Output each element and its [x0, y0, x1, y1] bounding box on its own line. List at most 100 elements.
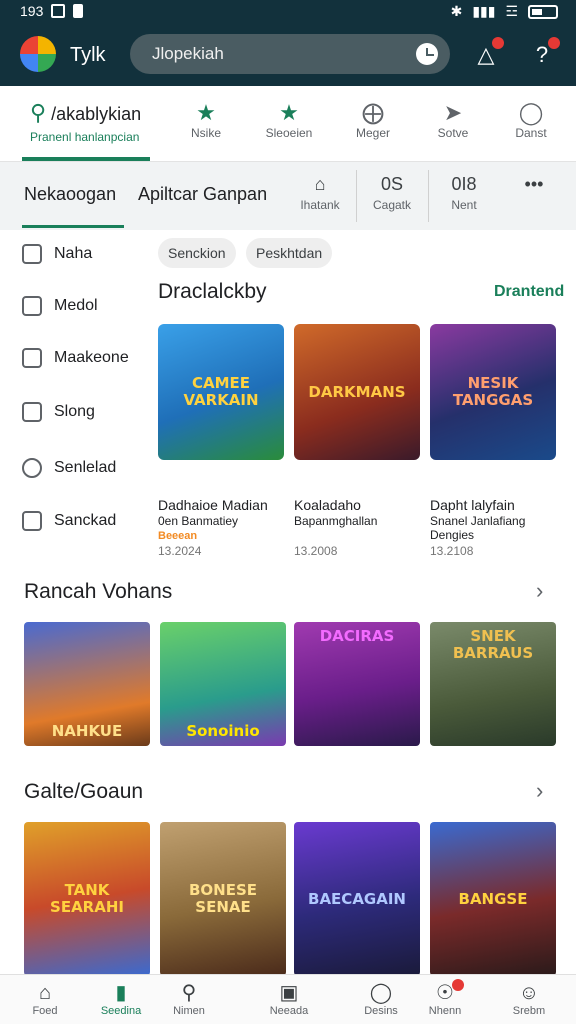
game-name: Dapht lalyfain: [430, 497, 515, 513]
sidebar-item-medol[interactable]: Medol: [22, 296, 98, 316]
sidebar-item-naha[interactable]: Naha: [22, 244, 92, 264]
filter-cagatk[interactable]: 0S Cagatk: [362, 174, 422, 212]
sidebar-item-label: Maakeone: [54, 349, 129, 366]
bluetooth-icon: ✱: [450, 3, 463, 19]
nav-neeada[interactable]: ▣ Neeada: [254, 981, 324, 1017]
filter-ihatank[interactable]: ⌂ Ihatank: [290, 174, 350, 212]
game-tile[interactable]: SNEK BARRAUS: [430, 622, 556, 746]
game-card[interactable]: CAMEE VARKAIN: [158, 324, 284, 460]
search-bar[interactable]: Jlopekiah: [130, 34, 450, 74]
battery-icon: [528, 4, 558, 19]
sidebar-item-label: Sanckad: [54, 512, 117, 529]
game-subtitle: Bapanmghallan: [294, 514, 378, 528]
game-tile[interactable]: BANGSE: [430, 822, 556, 976]
help-icon[interactable]: ?: [528, 37, 560, 69]
game-artwork: BANGSE: [430, 822, 556, 976]
game-badge: Beeean: [158, 530, 198, 542]
nav-label: Foed: [32, 1005, 58, 1017]
filter-nent[interactable]: 0I8 Nent: [434, 174, 494, 212]
game-tile[interactable]: NAHKUE: [24, 622, 150, 746]
app-bar: Tylk Jlopekiah △ ?: [0, 24, 576, 86]
category-sotve[interactable]: ➤ Sotve: [424, 100, 482, 140]
sidebar-item-label: Naha: [54, 245, 93, 262]
game-tile[interactable]: DACIRAS: [294, 622, 420, 746]
sidebar-item-sanckad[interactable]: Sanckad: [22, 511, 116, 531]
category-sleoeien[interactable]: ★ Sleoeien: [256, 100, 322, 140]
see-all-link[interactable]: Drantend: [494, 283, 564, 301]
filter-label: Ihatank: [300, 198, 340, 212]
nav-foed[interactable]: ⌂ Foed: [10, 981, 80, 1017]
nav-nimen[interactable]: ⚲ Nimen: [154, 981, 224, 1017]
game-artwork: SNEK BARRAUS: [430, 622, 556, 746]
search-icon: [22, 458, 42, 478]
category-label: Sotve: [437, 126, 469, 140]
tab-nekaoogan[interactable]: Nekaoogan: [24, 184, 116, 205]
calendar-icon: ▣: [279, 982, 299, 1004]
game-tile[interactable]: BAECAGAIN: [294, 822, 420, 976]
sidebar-item-slong[interactable]: Slong: [22, 402, 95, 422]
notification-badge: [492, 37, 504, 49]
sidebar-item-senlelad[interactable]: Senlelad: [22, 458, 116, 478]
calendar-icon: [22, 296, 42, 316]
search-input[interactable]: Jlopekiah: [152, 44, 224, 64]
puzzle-icon: ⨁: [362, 100, 384, 125]
nav-desins[interactable]: ◯ Desins: [346, 981, 416, 1017]
nav-seedina[interactable]: ▮ Seedina: [86, 981, 156, 1017]
game-date: 13.2008: [294, 544, 338, 558]
game-date: 13.2108: [430, 544, 474, 558]
tab-active-indicator: [22, 225, 124, 228]
search-icon: ⚲: [181, 982, 197, 1004]
tab-apiltcar[interactable]: Apiltcar Ganpan: [138, 184, 267, 205]
nav-nhenn[interactable]: ☉ Nhenn: [410, 979, 480, 1017]
tab-row: Nekaoogan Apiltcar Ganpan ⌂ Ihatank 0S C…: [0, 162, 576, 230]
category-label: Meger: [355, 126, 390, 140]
sidebar-item-label: Slong: [54, 403, 95, 420]
game-artwork: Sonoinio: [160, 622, 286, 746]
bottom-nav: ⌂ Foed ▮ Seedina ⚲ Nimen ▣ Neeada ◯ Desi…: [0, 974, 576, 1024]
game-card[interactable]: DARKMANS: [294, 324, 420, 460]
game-artwork: DARKMANS: [294, 324, 420, 460]
chevron-right-icon[interactable]: ›: [536, 778, 543, 804]
bag-icon: [22, 511, 42, 531]
sidebar-item-label: Senlelad: [54, 459, 117, 476]
photo-icon: [51, 4, 66, 18]
game-artwork: BONESE SENAE: [160, 822, 286, 976]
status-time: 193: [20, 3, 44, 19]
game-tile[interactable]: Sonoinio: [160, 622, 286, 746]
category-main-sub: Pranenl hanlanpcian: [30, 130, 140, 144]
chevron-right-icon[interactable]: ›: [536, 578, 543, 604]
more-button[interactable]: •••: [504, 174, 564, 198]
star-icon: ★: [279, 100, 299, 125]
history-icon[interactable]: [416, 43, 438, 65]
section-title: Galte/Goaun: [24, 780, 144, 803]
tag-icon: ➤: [443, 100, 463, 125]
game-artwork: TANK SEARAHI: [24, 822, 150, 976]
sidebar-item-maakeone[interactable]: Maakeone: [22, 348, 129, 368]
category-main-label: /akablykian: [51, 104, 142, 124]
category-danst[interactable]: ◯ Danst: [502, 100, 560, 140]
game-tile[interactable]: TANK SEARAHI: [24, 822, 150, 976]
help-badge: [548, 37, 560, 49]
game-name: Koaladaho: [294, 497, 361, 513]
filter-label: Nent: [451, 198, 477, 212]
home-icon: ⌂: [38, 982, 52, 1004]
filter-chip-peskhtdan[interactable]: Peskhtdan: [246, 238, 333, 268]
nav-label: Srebm: [512, 1005, 546, 1017]
nav-label: Neeada: [269, 1005, 309, 1017]
game-card[interactable]: NESIK TANGGAS: [430, 324, 556, 460]
app-logo[interactable]: [20, 36, 56, 72]
star-icon: ★: [196, 100, 216, 125]
status-bar: 193 ✱ ▮▮▮ ☲: [0, 0, 576, 24]
bookmark-icon: ▮: [115, 982, 127, 1004]
notification-bell-icon[interactable]: △: [472, 37, 504, 69]
category-meger[interactable]: ⨁ Meger: [344, 100, 402, 140]
category-label: Sleoeien: [265, 126, 313, 140]
nav-srebm[interactable]: ☺ Srebm: [494, 981, 564, 1017]
globe-icon: ◯: [518, 100, 544, 125]
category-label: Danst: [515, 126, 547, 140]
category-main[interactable]: ⚲ /akablykian Pranenl hanlanpcian: [30, 100, 162, 144]
category-nsike[interactable]: ★ Nsike: [176, 100, 236, 140]
home-icon: [22, 244, 42, 264]
filter-chip-senckion[interactable]: Senckion: [158, 238, 236, 268]
game-tile[interactable]: BONESE SENAE: [160, 822, 286, 976]
